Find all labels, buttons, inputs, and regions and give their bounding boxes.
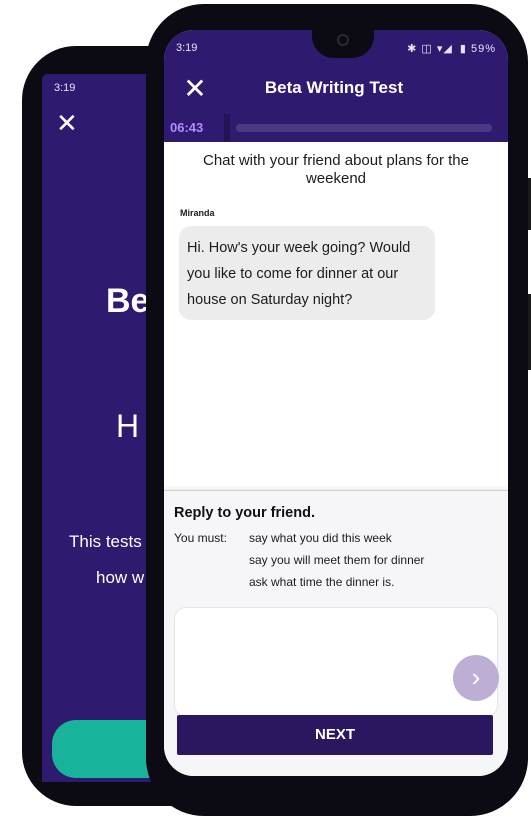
front-phone-frame: 3:19 ✱ ◫ ▾◢ ▮ 59% ✕ Beta Writing Test 06… xyxy=(146,4,528,816)
timer-divider xyxy=(224,114,230,142)
close-button[interactable]: ✕ xyxy=(180,74,210,104)
camera-notch xyxy=(312,30,374,58)
chevron-right-icon: › xyxy=(471,662,481,692)
back-body-line1: This tests xyxy=(69,532,142,551)
status-signal-icons: ✱ ◫ ▾◢ xyxy=(407,43,453,55)
back-close-icon: ✕ xyxy=(56,108,78,138)
requirement-item: ask what time the dinner is. xyxy=(249,575,395,589)
requirement-item: say you will meet them for dinner xyxy=(249,553,425,567)
timer-row: 06:43 xyxy=(164,114,508,142)
page-title: Beta Writing Test xyxy=(264,78,404,97)
app-header: ✕ Beta Writing Test xyxy=(164,64,508,114)
status-time: 3:19 xyxy=(176,42,198,54)
back-status-time: 3:19 xyxy=(54,82,76,94)
status-icons: ✱ ◫ ▾◢ ▮ 59% xyxy=(407,42,496,55)
send-button[interactable]: › xyxy=(453,655,499,701)
must-label: You must: xyxy=(174,531,227,545)
chat-prompt: Chat with your friend about plans for th… xyxy=(203,152,469,187)
message-bubble: Hi. How's your week going? Would you lik… xyxy=(179,226,435,320)
battery-indicator: ▮ 59% xyxy=(459,43,496,55)
front-screen: 3:19 ✱ ◫ ▾◢ ▮ 59% ✕ Beta Writing Test 06… xyxy=(164,30,508,776)
task-title: Reply to your friend. xyxy=(174,505,315,521)
close-icon: ✕ xyxy=(183,73,207,104)
back-title: Be xyxy=(106,282,150,320)
next-button[interactable]: NEXT xyxy=(177,715,493,755)
back-subtitle: H xyxy=(116,408,140,444)
reply-input[interactable] xyxy=(174,607,498,717)
message-sender: Miranda xyxy=(180,208,215,218)
progress-bar xyxy=(236,124,492,132)
back-body-line2: how w xyxy=(96,568,145,587)
requirement-item: say what you did this week xyxy=(249,531,392,545)
timer-value: 06:43 xyxy=(170,120,204,135)
camera-icon xyxy=(337,34,349,46)
